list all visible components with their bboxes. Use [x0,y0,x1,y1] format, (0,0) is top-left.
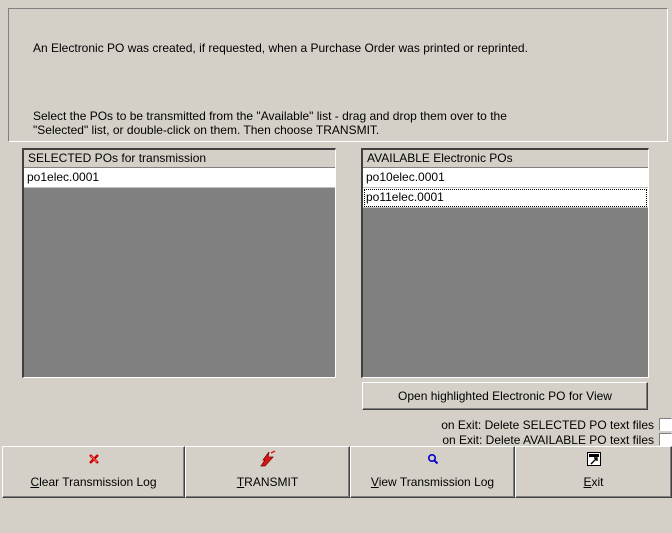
exit-door-icon [516,452,671,467]
list-item[interactable]: po11elec.0001 [363,188,648,208]
clear-log-label: Clear Transmission Log [30,475,157,489]
view-log-label: View Transmission Log [370,475,495,489]
list-item[interactable]: po10elec.0001 [363,168,648,188]
delete-selected-checkbox[interactable] [659,418,672,431]
view-transmission-log-button[interactable]: View Transmission Log [350,446,515,498]
magnifier-icon [351,453,514,467]
selected-list-header: SELECTED POs for transmission [24,150,335,168]
delete-selected-row: on Exit: Delete SELECTED PO text files [441,417,672,433]
instructions-panel: An Electronic PO was created, if request… [8,8,668,142]
transmit-icon [186,450,349,467]
selected-pos-list[interactable]: SELECTED POs for transmission po1elec.00… [22,148,336,378]
list-item[interactable]: po1elec.0001 [24,168,335,188]
info-line-3: "Selected" list, or double-click on them… [33,123,380,137]
info-line-2: Select the POs to be transmitted from th… [33,109,507,123]
transmit-button[interactable]: TRANSMIT [185,446,350,498]
delete-available-checkbox[interactable] [659,433,672,446]
available-pos-list[interactable]: AVAILABLE Electronic POs po10elec.0001 p… [361,148,649,378]
open-button-label: Open highlighted Electronic PO for View [398,389,612,403]
info-line-1: An Electronic PO was created, if request… [33,41,528,55]
exit-label: Exit [583,475,604,489]
exit-button[interactable]: Exit [515,446,672,498]
delete-selected-label: on Exit: Delete SELECTED PO text files [441,418,654,432]
clear-transmission-log-button[interactable]: Clear Transmission Log [2,446,185,498]
transmit-label: TRANSMIT [236,475,299,489]
delete-available-label: on Exit: Delete AVAILABLE PO text files [442,433,654,447]
available-list-header: AVAILABLE Electronic POs [363,150,648,168]
clear-log-icon [3,453,184,467]
open-highlighted-po-button[interactable]: Open highlighted Electronic PO for View [362,382,648,410]
